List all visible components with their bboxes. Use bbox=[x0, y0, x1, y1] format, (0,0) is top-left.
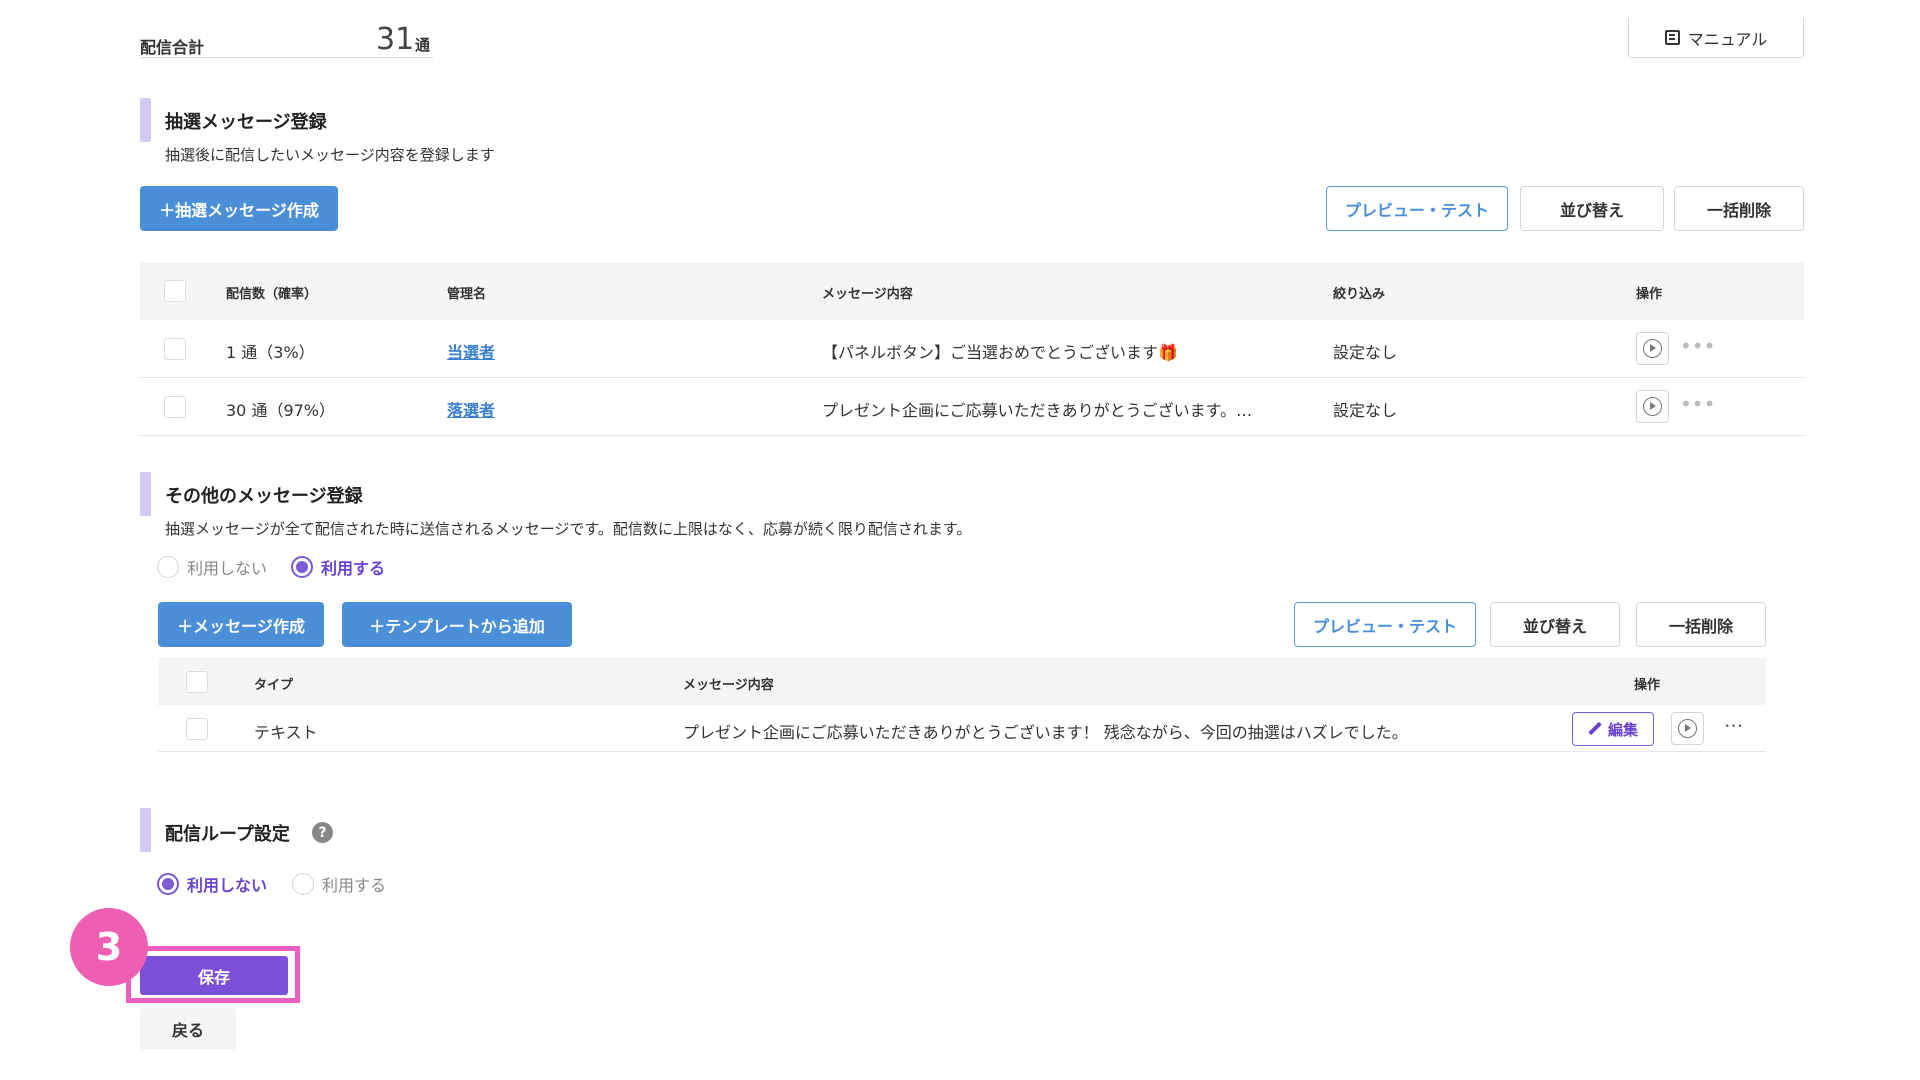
pencil-icon bbox=[1588, 722, 1602, 736]
book-icon bbox=[1664, 30, 1680, 45]
row-filter: 設定なし bbox=[1333, 343, 1398, 362]
lottery-section-description: 抽選後に配信したいメッセージ内容を登録します bbox=[165, 146, 495, 164]
column-header-type: タイプ bbox=[254, 678, 294, 693]
radio-label: 利用しない bbox=[187, 876, 268, 895]
lottery-sort-button[interactable]: 並び替え bbox=[1520, 186, 1664, 231]
more-actions-icon[interactable]: ··· bbox=[1724, 714, 1743, 738]
lottery-preview-test-button[interactable]: プレビュー・テスト bbox=[1326, 186, 1508, 231]
select-all-checkbox[interactable] bbox=[186, 671, 208, 693]
column-header-actions: 操作 bbox=[1636, 287, 1663, 302]
edit-button-label: 編集 bbox=[1607, 720, 1638, 739]
delivery-total: 配信合計 31 通 bbox=[140, 18, 433, 58]
manual-button[interactable]: マニュアル bbox=[1628, 18, 1804, 58]
play-icon bbox=[1643, 397, 1662, 416]
row-count: 1 通（3%） bbox=[226, 343, 315, 362]
radio-label: 利用しない bbox=[187, 559, 268, 578]
help-icon[interactable]: ? bbox=[312, 822, 333, 843]
play-icon bbox=[1643, 339, 1662, 358]
delivery-total-value: 31 bbox=[376, 22, 415, 57]
row-checkbox[interactable] bbox=[186, 718, 208, 740]
section-accent-bar bbox=[140, 472, 151, 516]
table-row: 1 通（3%） 当選者 【パネルボタン】ご当選おめでとうございます🎁 設定なし … bbox=[140, 320, 1804, 378]
preview-play-button[interactable] bbox=[1671, 712, 1704, 745]
row-name-link[interactable]: 落選者 bbox=[447, 397, 495, 421]
column-header-filter: 絞り込み bbox=[1333, 287, 1386, 302]
radio-button-on bbox=[291, 556, 313, 578]
delivery-total-unit: 通 bbox=[415, 36, 431, 54]
row-filter: 設定なし bbox=[1333, 401, 1398, 420]
other-radio-enabled[interactable]: 利用する bbox=[291, 555, 385, 579]
row-content: プレゼント企画にご応募いただきありがとうございます！ 残念ながら、今回の抽選はハ… bbox=[683, 723, 1408, 742]
column-header-content: メッセージ内容 bbox=[683, 678, 774, 693]
other-section-title: その他のメッセージ登録 bbox=[165, 486, 363, 507]
row-count: 30 通（97%） bbox=[226, 401, 336, 420]
column-header-count: 配信数（確率） bbox=[226, 287, 318, 302]
other-bulk-delete-button[interactable]: 一括削除 bbox=[1636, 602, 1766, 647]
select-all-checkbox[interactable] bbox=[164, 280, 186, 302]
manual-button-label: マニュアル bbox=[1687, 29, 1768, 49]
section-accent-bar bbox=[140, 808, 151, 852]
lottery-section-title: 抽選メッセージ登録 bbox=[165, 112, 327, 133]
radio-label: 利用する bbox=[321, 559, 386, 578]
radio-button-on bbox=[157, 873, 179, 895]
lottery-bulk-delete-button[interactable]: 一括削除 bbox=[1674, 186, 1804, 231]
more-actions-icon[interactable]: ••• bbox=[1680, 334, 1715, 358]
other-sort-button[interactable]: 並び替え bbox=[1490, 602, 1620, 647]
column-header-name: 管理名 bbox=[447, 287, 487, 302]
other-preview-test-button[interactable]: プレビュー・テスト bbox=[1294, 602, 1476, 647]
loop-radio-disabled[interactable]: 利用しない bbox=[157, 872, 267, 896]
row-type: テキスト bbox=[254, 723, 318, 742]
row-checkbox[interactable] bbox=[164, 338, 186, 360]
other-section-description: 抽選メッセージが全て配信された時に送信されるメッセージです。配信数に上限はなく、… bbox=[165, 520, 972, 538]
create-lottery-message-button[interactable]: ＋抽選メッセージ作成 bbox=[140, 186, 338, 231]
row-content: 【パネルボタン】ご当選おめでとうございます🎁 bbox=[822, 343, 1178, 362]
column-header-content: メッセージ内容 bbox=[822, 287, 913, 302]
back-button[interactable]: 戻る bbox=[140, 1008, 236, 1050]
other-radio-disabled[interactable]: 利用しない bbox=[157, 555, 267, 579]
lottery-table-header: 配信数（確率） 管理名 メッセージ内容 絞り込み 操作 bbox=[140, 262, 1804, 320]
row-checkbox[interactable] bbox=[164, 396, 186, 418]
save-button[interactable]: 保存 bbox=[140, 956, 288, 995]
table-row: 30 通（97%） 落選者 プレゼント企画にご応募いただきありがとうございます。… bbox=[140, 378, 1804, 436]
other-table-header: タイプ メッセージ内容 操作 bbox=[158, 658, 1766, 706]
more-actions-icon[interactable]: ••• bbox=[1680, 392, 1715, 416]
preview-play-button[interactable] bbox=[1636, 332, 1669, 365]
radio-label: 利用する bbox=[322, 876, 387, 895]
radio-button-off bbox=[157, 556, 179, 578]
loop-radio-enabled[interactable]: 利用する bbox=[292, 872, 386, 896]
column-header-actions: 操作 bbox=[1634, 678, 1661, 693]
radio-button-off bbox=[292, 873, 314, 895]
step-number-badge: 3 bbox=[70, 908, 148, 986]
add-from-template-button[interactable]: ＋テンプレートから追加 bbox=[342, 602, 572, 647]
table-row: テキスト プレゼント企画にご応募いただきありがとうございます！ 残念ながら、今回… bbox=[158, 706, 1766, 752]
play-icon bbox=[1678, 719, 1697, 738]
section-accent-bar bbox=[140, 98, 151, 142]
create-message-button[interactable]: ＋メッセージ作成 bbox=[158, 602, 324, 647]
edit-button[interactable]: 編集 bbox=[1572, 712, 1654, 746]
row-name-link[interactable]: 当選者 bbox=[447, 339, 495, 363]
loop-section-title: 配信ループ設定 bbox=[165, 824, 290, 845]
delivery-total-label: 配信合計 bbox=[140, 38, 205, 57]
row-content: プレゼント企画にご応募いただきありがとうございます。… bbox=[822, 401, 1253, 420]
preview-play-button[interactable] bbox=[1636, 390, 1669, 423]
